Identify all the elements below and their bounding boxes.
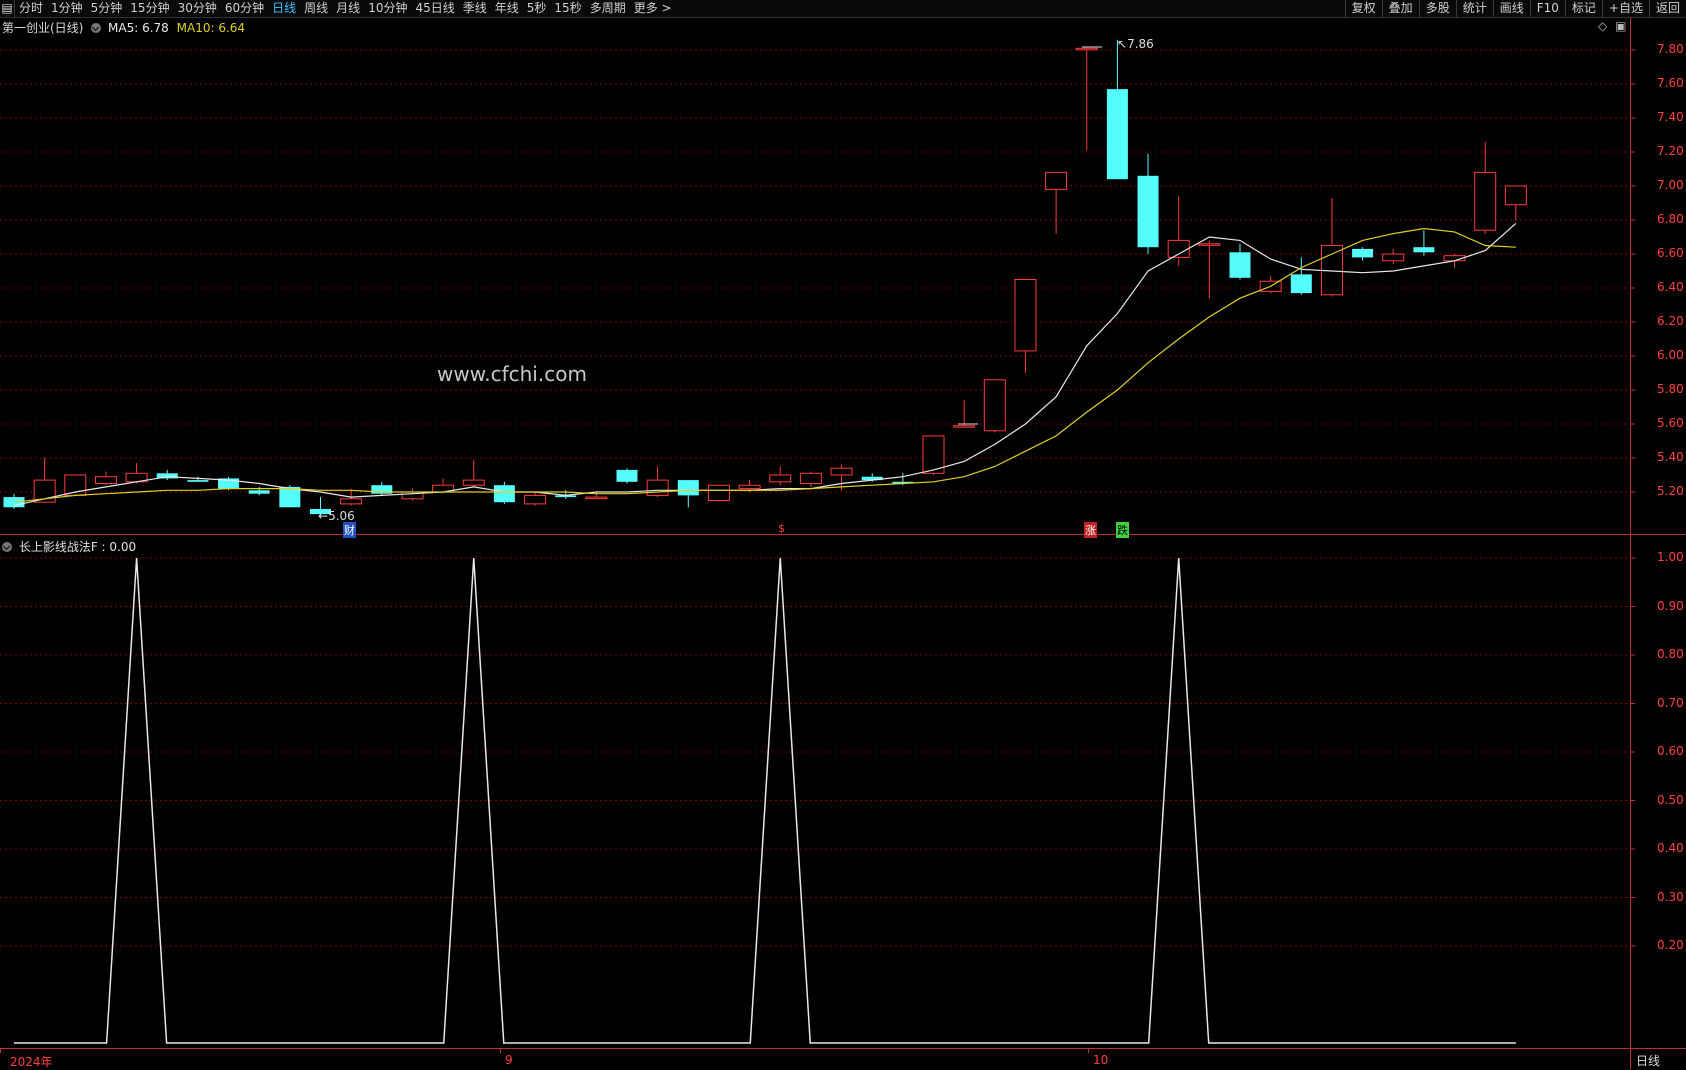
y-tick-label: 5.40 xyxy=(1657,450,1684,464)
arrow-icon: ← xyxy=(318,509,329,523)
candle-body xyxy=(248,490,270,494)
candlesticks xyxy=(3,39,1527,516)
candle-body xyxy=(799,472,822,484)
low-price-annotation: ←5.06 xyxy=(318,509,355,523)
y-tick-label: 0.90 xyxy=(1657,598,1684,613)
y-tick-label: 0.40 xyxy=(1657,841,1684,855)
candle-body xyxy=(738,484,761,490)
y-tick-label: 6.80 xyxy=(1657,212,1684,226)
candle-body xyxy=(707,484,730,502)
candle-body xyxy=(1014,279,1037,352)
candle-body xyxy=(187,480,209,482)
event-marker-dollar[interactable]: $ xyxy=(778,522,785,535)
candle-body xyxy=(462,479,485,486)
y-tick-label: 7.80 xyxy=(1657,42,1684,56)
arrow-icon: ↖ xyxy=(1117,37,1128,51)
x-label-sep: 9 xyxy=(505,1053,513,1067)
candle-body xyxy=(1352,248,1374,258)
candle-body xyxy=(1504,185,1527,206)
candle-body xyxy=(677,480,699,496)
moving-average-lines xyxy=(13,222,1517,507)
x-label-oct: 10 xyxy=(1093,1053,1109,1067)
candle-body xyxy=(1198,243,1221,246)
candle-body xyxy=(983,379,1006,432)
ma10-line xyxy=(13,227,1516,503)
candle-body xyxy=(1075,47,1098,51)
y-tick-label: 7.00 xyxy=(1657,178,1684,192)
y-tick-label: 0.30 xyxy=(1657,889,1684,904)
y-tick-label: 7.60 xyxy=(1657,76,1684,90)
event-marker-limit-up[interactable]: 涨 xyxy=(1084,522,1097,538)
y-tick-label: 6.20 xyxy=(1657,314,1684,328)
y-tick-label: 5.60 xyxy=(1657,416,1684,430)
y-tick-label: 6.40 xyxy=(1657,280,1684,294)
x-label-year: 2024年 xyxy=(10,1055,53,1069)
y-tick-label: 0.80 xyxy=(1657,647,1684,661)
candle-body xyxy=(646,479,669,496)
y-tick-label: 7.40 xyxy=(1657,110,1684,124)
candle-body xyxy=(94,476,117,485)
candle-body xyxy=(1474,171,1497,231)
stock-chart-canvas[interactable] xyxy=(0,0,1686,1069)
candle-body xyxy=(1167,239,1190,258)
candle-body xyxy=(1413,247,1435,253)
candle-body xyxy=(1137,175,1159,248)
y-tick-label: 5.80 xyxy=(1657,382,1684,396)
event-marker-limit-down[interactable]: 跌 xyxy=(1116,522,1129,538)
candle-body xyxy=(1045,171,1068,190)
candle-body xyxy=(769,474,792,483)
ma5-line xyxy=(13,222,1517,507)
period-label: 日线 xyxy=(1636,1054,1661,1068)
candle-body xyxy=(493,485,515,503)
y-tick-label: 1.00 xyxy=(1657,550,1684,564)
candle-body xyxy=(1382,253,1405,262)
high-price-annotation: ↖7.86 xyxy=(1117,37,1154,51)
candle-body xyxy=(953,425,976,428)
y-tick-label: 6.00 xyxy=(1657,348,1684,362)
candle-body xyxy=(830,467,853,476)
candle-body xyxy=(616,469,638,482)
y-tick-label: 7.20 xyxy=(1657,144,1684,158)
y-tick-label: 5.20 xyxy=(1657,484,1684,498)
candle-body xyxy=(585,496,608,500)
grid-lines xyxy=(0,49,1630,947)
y-tick-label: 0.20 xyxy=(1657,938,1684,952)
candle-body xyxy=(1290,274,1312,294)
candle-body xyxy=(340,498,363,505)
event-marker-finance[interactable]: 财 xyxy=(343,522,356,538)
candle-body xyxy=(524,494,547,505)
candle-body xyxy=(1106,89,1128,180)
chart-frame xyxy=(0,18,1686,1069)
candle-body xyxy=(1229,252,1251,278)
low-price-value: 5.06 xyxy=(328,509,355,523)
y-tick-label: 0.50 xyxy=(1657,792,1684,807)
y-tick-label: 0.60 xyxy=(1657,744,1684,758)
y-tick-label: 0.70 xyxy=(1657,695,1684,710)
high-price-value: 7.86 xyxy=(1127,37,1154,51)
y-tick-label: 6.60 xyxy=(1657,246,1684,260)
